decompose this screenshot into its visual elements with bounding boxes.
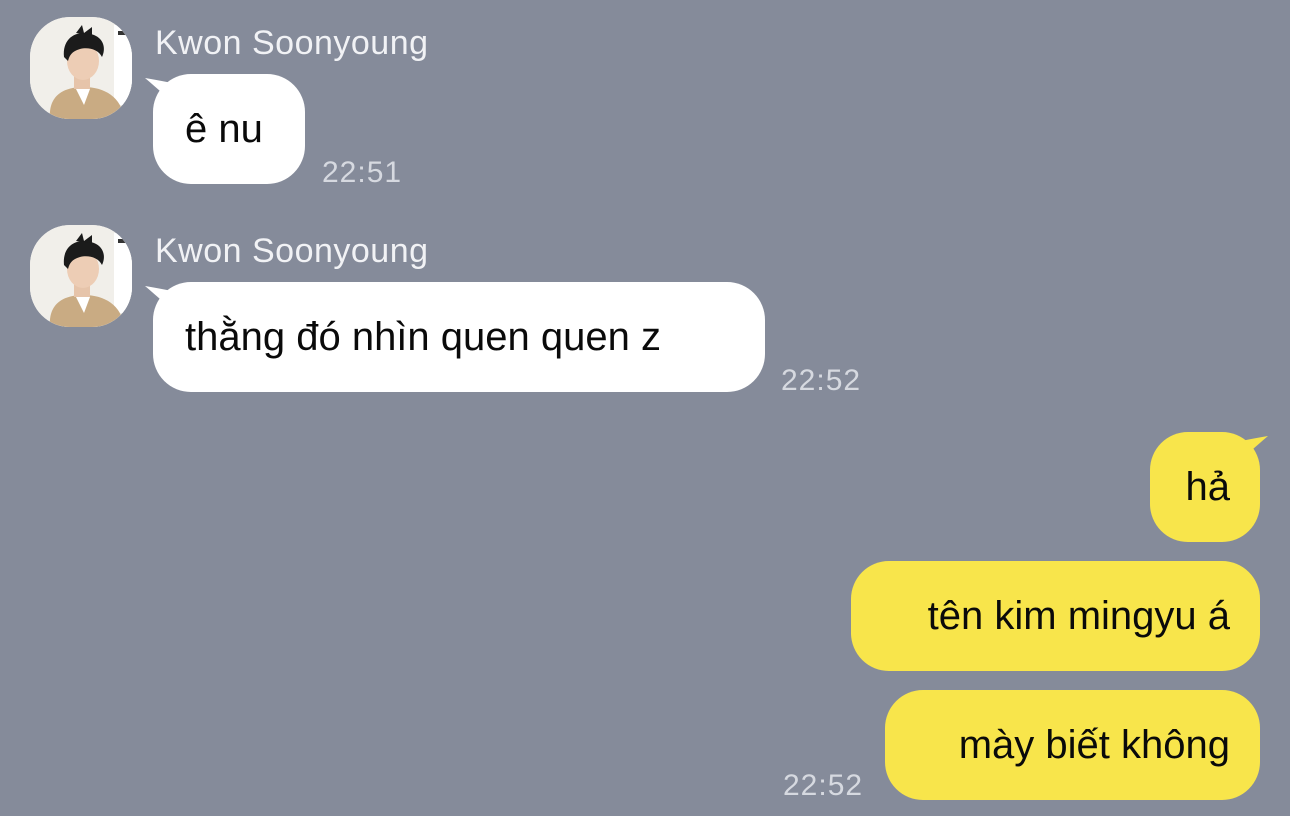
message-text: hả bbox=[1185, 465, 1231, 509]
message-text: tên kim mingyu á bbox=[927, 594, 1230, 638]
message-text: thằng đó nhìn quen quen z bbox=[185, 315, 661, 359]
sender-name: Kwon Soonyoung bbox=[155, 232, 429, 270]
message-bubble-outgoing[interactable]: mày biết không bbox=[885, 690, 1260, 800]
message-bubble-outgoing[interactable]: tên kim mingyu á bbox=[851, 561, 1260, 671]
sender-name: Kwon Soonyoung bbox=[155, 24, 429, 62]
message-text: mày biết không bbox=[958, 723, 1230, 767]
message-bubble-incoming[interactable]: ê nu bbox=[153, 74, 305, 184]
message-bubble-outgoing[interactable]: hả bbox=[1150, 432, 1260, 542]
sender-avatar[interactable] bbox=[30, 17, 132, 119]
message-timestamp: 22:51 bbox=[322, 156, 403, 189]
message-text: ê nu bbox=[185, 107, 263, 151]
message-timestamp: 22:52 bbox=[781, 364, 862, 397]
message-timestamp: 22:52 bbox=[783, 769, 864, 802]
message-bubble-incoming[interactable]: thằng đó nhìn quen quen z bbox=[153, 282, 765, 392]
sender-avatar[interactable] bbox=[30, 225, 132, 327]
